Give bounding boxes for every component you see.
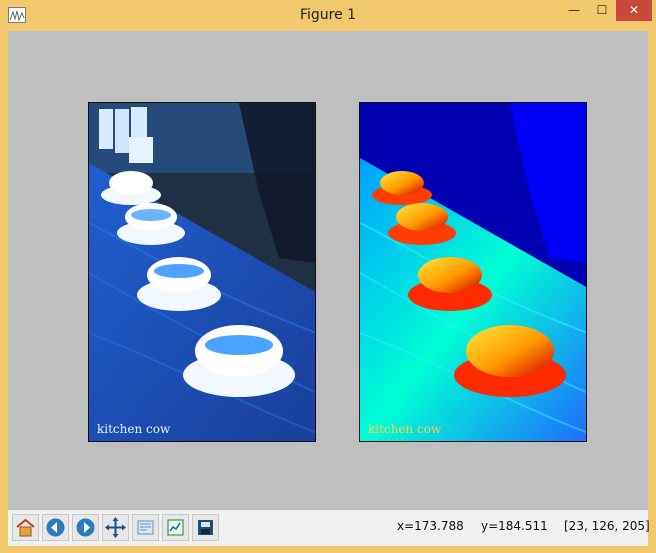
close-button[interactable]: ✕ — [616, 0, 652, 21]
forward-icon[interactable] — [72, 514, 99, 541]
pan-icon[interactable] — [102, 514, 129, 541]
image-axes-original[interactable]: kitchen cow — [88, 102, 316, 442]
image-axes-colormap[interactable]: kitchen cow — [359, 102, 587, 442]
window-title: Figure 1 — [299, 7, 357, 23]
navigation-toolbar: x=173.788 y=184.511 [23, 126, 205] — [8, 510, 650, 546]
subplots-icon[interactable] — [162, 514, 189, 541]
figure-window: Figure 1 — ☐ ✕ kitchen cow kitchen cow x… — [0, 0, 656, 553]
save-icon[interactable] — [192, 514, 219, 541]
pixel-value-readout: [23, 126, 205] — [564, 519, 650, 533]
cursor-x-readout: x=173.788 — [397, 519, 464, 533]
colormap-image: kitchen cow — [360, 103, 586, 441]
figure-canvas[interactable]: kitchen cow kitchen cow — [8, 31, 648, 510]
original-image: kitchen cow — [89, 103, 315, 441]
minimize-button[interactable]: — — [560, 0, 588, 21]
original-image-caption: kitchen cow — [97, 422, 171, 436]
title-bar[interactable]: Figure 1 — ☐ ✕ — [0, 0, 656, 31]
back-icon[interactable] — [42, 514, 69, 541]
cursor-y-readout: y=184.511 — [481, 519, 548, 533]
maximize-button[interactable]: ☐ — [588, 0, 616, 21]
home-icon[interactable] — [12, 514, 39, 541]
colormap-image-caption: kitchen cow — [368, 422, 442, 436]
zoom-icon[interactable] — [132, 514, 159, 541]
